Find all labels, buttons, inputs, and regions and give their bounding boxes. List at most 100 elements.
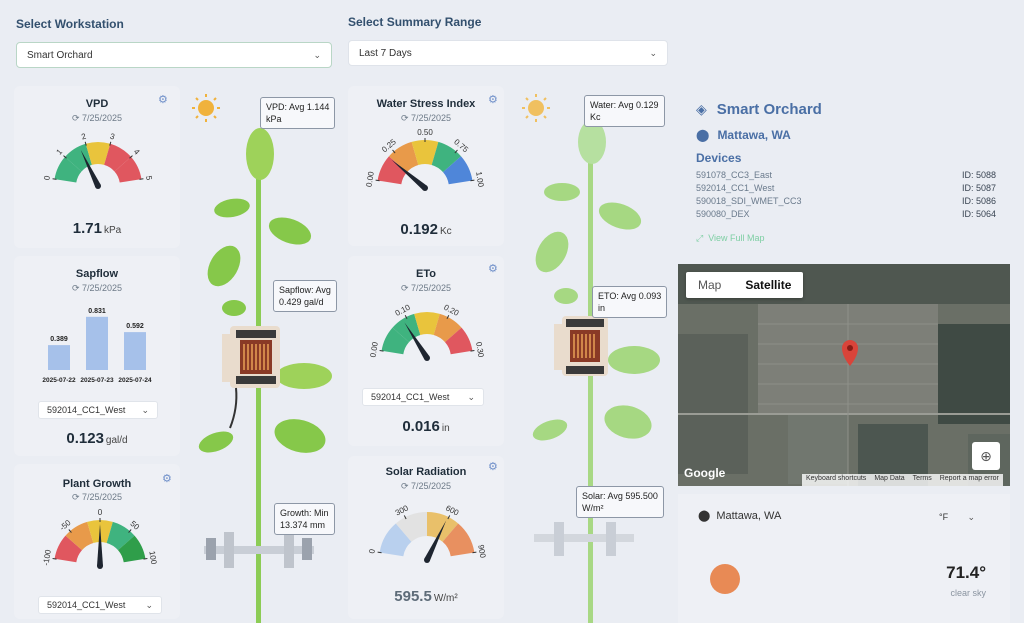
tab-satellite[interactable]: Satellite: [733, 272, 803, 298]
view-full-map-link[interactable]: ⤢ View Full Map: [696, 233, 765, 244]
sapflow-bar-date: 2025-07-23: [80, 377, 114, 384]
eto-device-value: 592014_CC1_West: [371, 392, 450, 402]
sapflow-bar-label: 0.831: [88, 308, 106, 315]
device-list: 591078_CC3_East ID: 5088 592014_CC1_West I…: [696, 170, 996, 222]
gauge-tick-label: 100: [147, 550, 158, 565]
gauge-tick-label: 0.50: [417, 128, 433, 137]
list-item[interactable]: 590080_DEX ID: 5064: [696, 209, 996, 222]
gauge-tick-label: 0.30: [474, 341, 485, 358]
gauge-tick: [375, 179, 380, 182]
workstation-value: Smart Orchard: [27, 49, 93, 61]
gauge-tick-label: 0: [42, 175, 52, 181]
expand-icon: ⤢: [696, 233, 704, 243]
range-select[interactable]: Last 7 Days ⌄: [348, 40, 668, 66]
devices-label: Devices: [696, 151, 742, 165]
chevron-down-icon: ⌄: [313, 49, 321, 60]
gauge-tick-label: 300: [394, 503, 410, 517]
gauge-tick: [52, 178, 57, 180]
chevron-down-icon: ⌄: [649, 47, 657, 58]
chevron-down-icon: ⌄: [145, 599, 153, 610]
gauge-tick-label: 600: [444, 504, 460, 518]
sapflow-tooltip: Sapflow: Avg 0.429 gal/d: [273, 280, 337, 313]
gauge-tick-label: 1: [55, 147, 65, 157]
gear-icon[interactable]: ⚙: [488, 93, 498, 106]
vpd-gauge: 0 1 2 3 4 5: [42, 131, 154, 189]
gauge-hub: [422, 185, 428, 191]
range-value: Last 7 Days: [359, 47, 412, 59]
fullscreen-control-icon[interactable]: ⊕: [972, 442, 1000, 470]
sapflow-value: 0.123 gal/d: [66, 430, 128, 447]
gauge-hub: [97, 563, 103, 569]
gauge-tick: [143, 557, 148, 560]
list-item[interactable]: 591078_CC3_East ID: 5088: [696, 170, 996, 183]
google-logo: Google: [684, 466, 726, 480]
gauge-tick: [472, 551, 477, 554]
gauge-tick-label: 1.00: [474, 171, 485, 188]
sapflow-bar[interactable]: [124, 332, 146, 370]
gear-icon[interactable]: ⚙: [488, 262, 498, 275]
sapflow-bar[interactable]: [48, 345, 70, 370]
temperature-value: 71.4°: [946, 563, 986, 582]
water-tooltip: Water: Avg 0.129 Kc: [584, 95, 665, 128]
growth-sensor-graphic: [534, 522, 634, 556]
gear-icon[interactable]: ⚙: [488, 460, 498, 473]
sapflow-bar[interactable]: [86, 316, 108, 370]
sun-weather-icon: [710, 564, 740, 594]
gauge-tick: [139, 178, 144, 180]
terms-link[interactable]: Terms: [913, 475, 932, 485]
gauge-tick-label: 0: [98, 508, 103, 517]
gauge-tick: [379, 349, 384, 352]
sapflow-device-value: 592014_CC1_West: [47, 405, 126, 415]
gauge-hub: [424, 355, 430, 361]
gauge-tick: [52, 557, 57, 560]
sapflow-sensor-graphic: [554, 316, 608, 376]
map-view[interactable]: Map Satellite ⊕ Google Keyboard shortcut…: [678, 264, 1010, 486]
vpd-value: 1.71 kPa: [72, 220, 122, 237]
map-data-link[interactable]: Map Data: [874, 475, 904, 485]
weather-condition: clear sky: [950, 588, 986, 598]
wsi-gauge: 0.000.250.500.751.00: [365, 128, 486, 191]
location-pin-icon: ⬤: [698, 510, 711, 522]
gauge-tick-label: 900: [476, 544, 487, 559]
sapflow-bar-label: 0.592: [126, 323, 144, 330]
range-label: Select Summary Range: [348, 15, 482, 29]
solar-tooltip: Solar: Avg 595.500 W/m²: [576, 486, 664, 519]
eto-date: ⟳ 7/25/2025: [400, 283, 452, 293]
vpd-title: VPD: [85, 98, 109, 110]
growth-tooltip: Growth: Min 13.374 mm: [274, 503, 335, 536]
sapflow-bar-date: 2025-07-24: [118, 377, 152, 384]
gear-icon[interactable]: ⚙: [158, 93, 168, 106]
growth-gauge: -100-50050100: [41, 508, 158, 569]
growth-title: Plant Growth: [62, 478, 132, 490]
list-item[interactable]: 590018_SDI_WMET_CC3 ID: 5086: [696, 196, 996, 209]
layers-icon: ◈: [696, 101, 707, 117]
chevron-down-icon: ⌄: [141, 404, 149, 415]
workstation-select[interactable]: Smart Orchard ⌄: [16, 42, 332, 68]
wsi-date: ⟳ 7/25/2025: [400, 113, 452, 123]
plant-illustration-left: [192, 94, 332, 623]
sapflow-bar-date: 2025-07-22: [42, 377, 76, 384]
location-pin-icon: ⬤: [696, 128, 710, 142]
station-location: ⬤ Mattawa, WA: [696, 128, 791, 142]
map-footer: Keyboard shortcuts Map Data Terms Report…: [802, 474, 1003, 486]
list-item[interactable]: 592014_CC1_West ID: 5087: [696, 183, 996, 196]
vpd-tooltip: VPD: Avg 1.144 kPa: [260, 97, 336, 130]
map-type-control: Map Satellite: [686, 272, 804, 298]
sapflow-device-select[interactable]: 592014_CC1_West ⌄: [38, 401, 158, 419]
growth-device-select[interactable]: 592014_CC1_West ⌄: [38, 596, 162, 614]
gauge-tick: [377, 551, 382, 554]
eto-title: ETo: [416, 268, 436, 280]
eto-device-select[interactable]: 592014_CC1_West ⌄: [362, 388, 484, 406]
sapflow-bar-chart: 0.389 2025-07-22 0.831 2025-07-23 0.592 2025-…: [42, 308, 152, 384]
temperature-unit-select[interactable]: °F ⌄: [930, 507, 984, 527]
gauge-tick-label: 4: [132, 147, 142, 157]
station-header: ◈ Smart Orchard: [696, 101, 822, 118]
gauge-tick-label: 0.00: [365, 170, 376, 187]
growth-device-value: 592014_CC1_West: [47, 600, 126, 610]
gauge-hub: [424, 557, 430, 563]
tab-map[interactable]: Map: [686, 272, 733, 298]
keyboard-shortcuts-link[interactable]: Keyboard shortcuts: [806, 475, 866, 485]
gear-icon[interactable]: ⚙: [162, 472, 172, 485]
report-map-error-link[interactable]: Report a map error: [940, 475, 999, 485]
sapflow-bar-label: 0.389: [50, 336, 68, 343]
